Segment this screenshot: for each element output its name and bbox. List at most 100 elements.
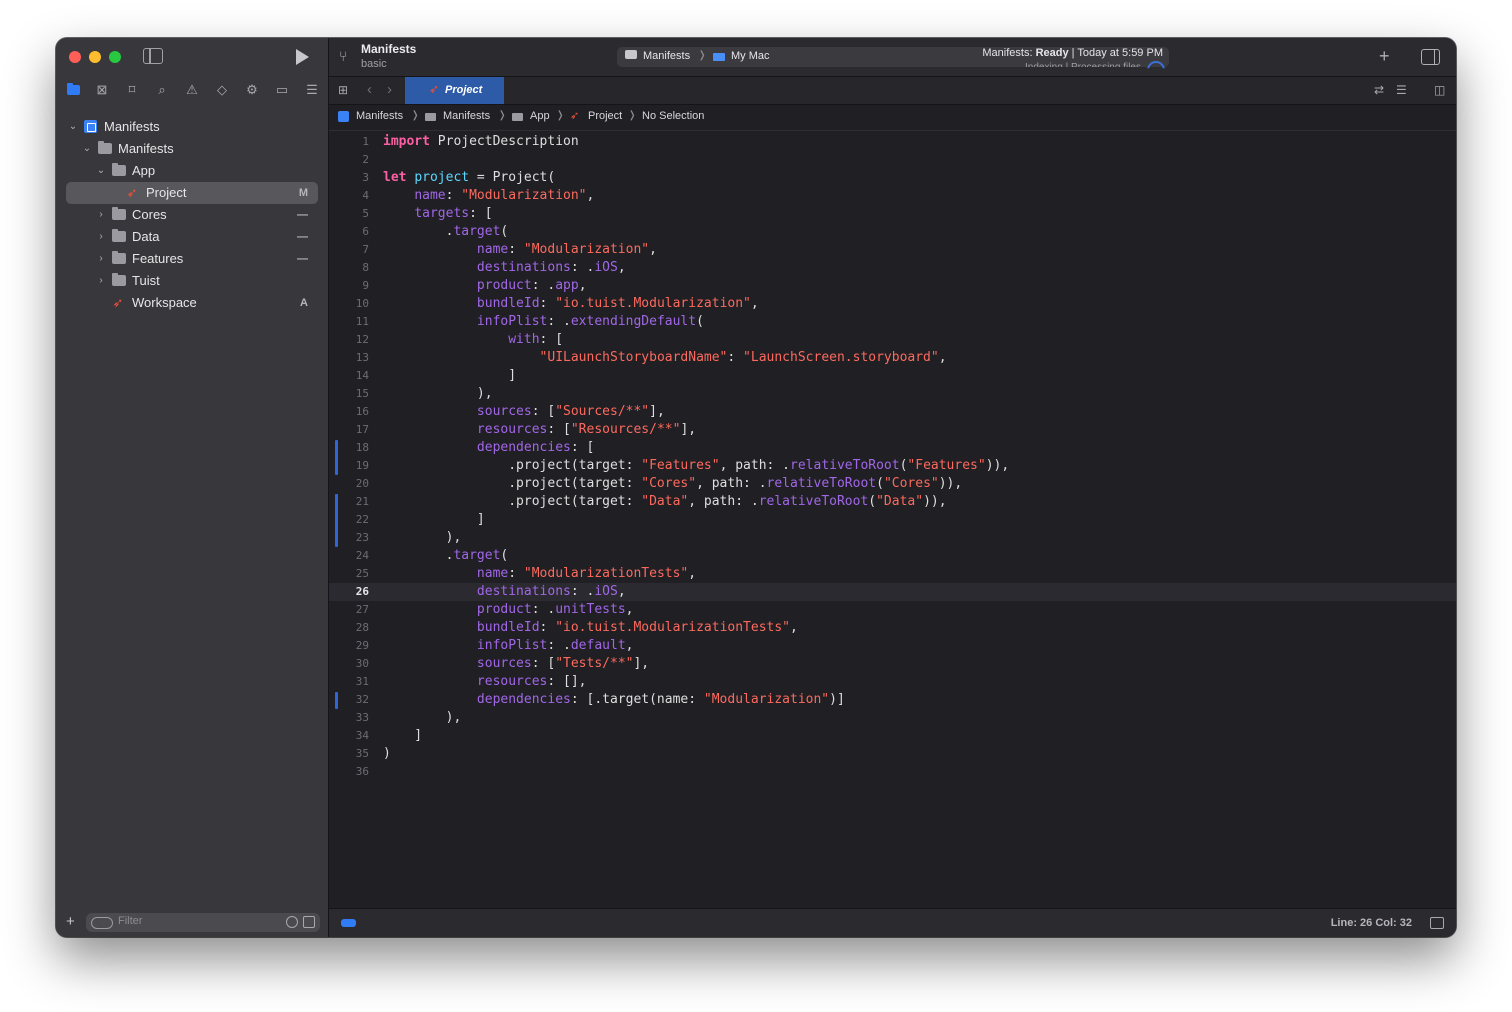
- report-navigator-icon[interactable]: ☰: [302, 80, 322, 100]
- code-text[interactable]: infoPlist: .extendingDefault(: [383, 313, 704, 331]
- code-text[interactable]: let project = Project(: [383, 169, 555, 187]
- swap-icon[interactable]: ⇄: [1374, 83, 1384, 97]
- code-line[interactable]: 6 .target(: [329, 223, 1456, 241]
- scheme-name[interactable]: Manifests: [643, 50, 690, 62]
- code-line[interactable]: 5 targets: [: [329, 205, 1456, 223]
- code-text[interactable]: name: "Modularization",: [383, 241, 657, 259]
- tree-item-manifests-root[interactable]: ⌄ Manifests: [66, 116, 318, 138]
- test-navigator-icon[interactable]: ◇: [212, 80, 232, 100]
- code-text[interactable]: product: .app,: [383, 277, 587, 295]
- breadcrumb-app[interactable]: App: [530, 110, 550, 122]
- code-text[interactable]: sources: ["Tests/**"],: [383, 655, 649, 673]
- split-editor-icon[interactable]: ◫: [1434, 83, 1445, 97]
- code-line[interactable]: 2: [329, 151, 1456, 169]
- zoom-window-button[interactable]: [109, 51, 121, 63]
- code-line[interactable]: 14 ]: [329, 367, 1456, 385]
- run-icon[interactable]: [296, 49, 309, 65]
- code-text[interactable]: .target(: [383, 223, 509, 241]
- code-line[interactable]: 36: [329, 763, 1456, 781]
- code-line[interactable]: 22 ]: [329, 511, 1456, 529]
- issue-navigator-icon[interactable]: ⚠: [182, 80, 202, 100]
- code-line[interactable]: 28 bundleId: "io.tuist.ModularizationTes…: [329, 619, 1456, 637]
- code-text[interactable]: import ProjectDescription: [383, 133, 579, 151]
- code-line[interactable]: 35): [329, 745, 1456, 763]
- tree-item-manifests-folder[interactable]: ⌄ Manifests: [66, 138, 318, 160]
- code-text[interactable]: ),: [383, 529, 462, 547]
- code-line[interactable]: 3 let project = Project(: [329, 169, 1456, 187]
- code-text[interactable]: dependencies: [: [383, 439, 594, 457]
- breadcrumb-project[interactable]: Project: [588, 110, 622, 122]
- project-navigator-icon[interactable]: [63, 80, 83, 100]
- chevron-right-icon[interactable]: ›: [96, 248, 106, 270]
- tree-item-cores[interactable]: › Cores —: [66, 204, 318, 226]
- chevron-right-icon[interactable]: ›: [96, 204, 106, 226]
- inspector-toggle-icon[interactable]: [1421, 49, 1440, 65]
- code-line[interactable]: 24 .target(: [329, 547, 1456, 565]
- tree-item-workspace[interactable]: ➶ Workspace A: [66, 292, 318, 314]
- code-text[interactable]: ),: [383, 385, 493, 403]
- breadcrumb-manifests-root[interactable]: Manifests: [356, 110, 403, 122]
- code-line[interactable]: 29 infoPlist: .default,: [329, 637, 1456, 655]
- tree-item-project[interactable]: ➶ Project M: [66, 182, 318, 204]
- code-text[interactable]: resources: [],: [383, 673, 587, 691]
- code-text[interactable]: .project(target: "Cores", path: .relativ…: [383, 475, 962, 493]
- debug-area-toggle-icon[interactable]: [1430, 917, 1444, 929]
- code-line[interactable]: 18 dependencies: [: [329, 439, 1456, 457]
- chevron-right-icon[interactable]: ›: [96, 226, 106, 248]
- code-line[interactable]: 31 resources: [],: [329, 673, 1456, 691]
- code-text[interactable]: infoPlist: .default,: [383, 637, 634, 655]
- code-line[interactable]: 19 .project(target: "Features", path: .r…: [329, 457, 1456, 475]
- related-items-icon[interactable]: ⊞: [338, 84, 351, 97]
- source-editor[interactable]: 1 import ProjectDescription 2 3 let projec…: [329, 131, 1456, 908]
- sidebar-toggle-icon[interactable]: [143, 48, 163, 64]
- code-line[interactable]: 33 ),: [329, 709, 1456, 727]
- code-line[interactable]: 25 name: "ModularizationTests",: [329, 565, 1456, 583]
- code-line[interactable]: 20 .project(target: "Cores", path: .rela…: [329, 475, 1456, 493]
- code-text[interactable]: bundleId: "io.tuist.Modularization",: [383, 295, 759, 313]
- chevron-down-icon[interactable]: ⌄: [82, 138, 92, 160]
- code-text[interactable]: "UILaunchStoryboardName": "LaunchScreen.…: [383, 349, 947, 367]
- tree-item-data[interactable]: › Data —: [66, 226, 318, 248]
- code-text[interactable]: sources: ["Sources/**"],: [383, 403, 665, 421]
- code-line[interactable]: 23 ),: [329, 529, 1456, 547]
- code-text[interactable]: ),: [383, 709, 462, 727]
- run-destination[interactable]: My Mac: [731, 50, 770, 62]
- tree-item-app[interactable]: ⌄ App: [66, 160, 318, 182]
- tree-item-tuist[interactable]: › Tuist: [66, 270, 318, 292]
- code-text[interactable]: destinations: .iOS,: [383, 583, 626, 601]
- code-text[interactable]: dependencies: [.target(name: "Modulariza…: [383, 691, 845, 709]
- source-control-filter-icon[interactable]: [303, 916, 315, 928]
- editor-options-icon[interactable]: ☰: [1396, 83, 1407, 97]
- debug-area-indicator-icon[interactable]: [341, 919, 356, 927]
- code-line[interactable]: 17 resources: ["Resources/**"],: [329, 421, 1456, 439]
- add-file-button[interactable]: +: [66, 913, 75, 930]
- branch-icon[interactable]: ⑂: [339, 48, 355, 66]
- tree-item-features[interactable]: › Features —: [66, 248, 318, 270]
- code-text[interactable]: .project(target: "Features", path: .rela…: [383, 457, 1009, 475]
- code-line[interactable]: 30 sources: ["Tests/**"],: [329, 655, 1456, 673]
- code-line[interactable]: 12 with: [: [329, 331, 1456, 349]
- code-text[interactable]: ]: [383, 511, 485, 529]
- bookmark-navigator-icon[interactable]: ⌑: [122, 80, 142, 100]
- chevron-right-icon[interactable]: ›: [96, 270, 106, 292]
- recent-files-icon[interactable]: [286, 916, 298, 928]
- code-line[interactable]: 8 destinations: .iOS,: [329, 259, 1456, 277]
- forward-icon[interactable]: ›: [387, 81, 392, 98]
- code-text[interactable]: name: "ModularizationTests",: [383, 565, 696, 583]
- code-text[interactable]: bundleId: "io.tuist.ModularizationTests"…: [383, 619, 798, 637]
- code-line[interactable]: 9 product: .app,: [329, 277, 1456, 295]
- code-line[interactable]: 34 ]: [329, 727, 1456, 745]
- code-text[interactable]: product: .unitTests,: [383, 601, 634, 619]
- close-window-button[interactable]: [69, 51, 81, 63]
- code-text[interactable]: destinations: .iOS,: [383, 259, 626, 277]
- minimize-window-button[interactable]: [89, 51, 101, 63]
- code-text[interactable]: resources: ["Resources/**"],: [383, 421, 696, 439]
- code-text[interactable]: ): [383, 745, 391, 763]
- code-line[interactable]: 7 name: "Modularization",: [329, 241, 1456, 259]
- debug-navigator-icon[interactable]: ⚙: [242, 80, 262, 100]
- code-line[interactable]: 21 .project(target: "Data", path: .relat…: [329, 493, 1456, 511]
- code-text[interactable]: .project(target: "Data", path: .relative…: [383, 493, 946, 511]
- code-text[interactable]: .target(: [383, 547, 509, 565]
- code-line[interactable]: 27 product: .unitTests,: [329, 601, 1456, 619]
- code-text[interactable]: ]: [383, 727, 422, 745]
